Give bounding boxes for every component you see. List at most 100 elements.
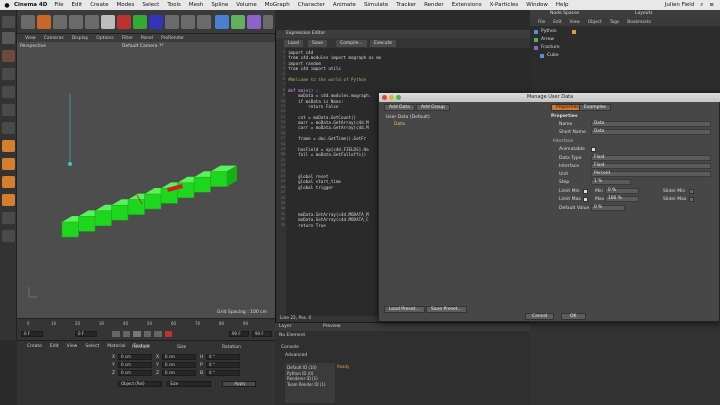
rotate-icon[interactable] (85, 15, 99, 29)
live-select-icon[interactable] (37, 15, 51, 29)
om-menu-tags[interactable]: Tags (610, 20, 620, 25)
step-field[interactable]: 1 % (591, 179, 631, 185)
slider-max-checkbox[interactable] (689, 197, 694, 202)
add-group-button[interactable]: Add Group (416, 104, 450, 111)
move-icon[interactable] (53, 15, 67, 29)
menu-window[interactable]: Window (526, 2, 548, 8)
menu-list-icon[interactable]: ≡ (709, 2, 714, 8)
viewport-menu-display[interactable]: Display (72, 36, 89, 41)
menu-character[interactable]: Character (298, 2, 325, 8)
load-button[interactable]: Load (284, 40, 303, 47)
layouts-label[interactable]: Layouts (635, 11, 653, 16)
tree-root-label[interactable]: User Data (Default) (386, 115, 430, 120)
next-frame-icon[interactable] (143, 331, 151, 337)
spline-pen-icon[interactable] (231, 15, 245, 29)
rot-h-field[interactable]: 0 ° (206, 354, 240, 360)
animatable-checkbox[interactable] (591, 147, 596, 152)
om-menu-object[interactable]: Object (588, 20, 602, 25)
limit-max-checkbox[interactable] (583, 197, 588, 202)
pos-z-field[interactable]: 0 cm (118, 370, 152, 376)
timeline[interactable]: 0 10 20 30 40 50 60 70 80 90 0 F 0 F 90 F 90 F (17, 318, 275, 340)
goto-start-icon[interactable] (112, 331, 120, 337)
viewport-menu-options[interactable]: Options (96, 36, 113, 41)
app-menu[interactable]: Cinema 4D (14, 2, 47, 8)
render-settings-icon[interactable] (197, 15, 211, 29)
generator-icon[interactable] (247, 15, 261, 29)
max-field[interactable]: 100 % (605, 196, 639, 202)
size-z-field[interactable]: 0 cm (162, 370, 196, 376)
edges-mode-icon[interactable] (2, 104, 15, 116)
rot-p-field[interactable]: 0 ° (206, 362, 240, 368)
3d-viewport[interactable]: Perspective Default Camera ?* Grid Spaci… (17, 42, 275, 318)
menu-render[interactable]: Render (424, 2, 444, 8)
execute-button[interactable]: Execute (370, 40, 396, 47)
interface-select[interactable]: Float (591, 163, 711, 169)
prev-frame-icon[interactable] (122, 331, 130, 337)
rot-b-field[interactable]: 0 ° (206, 370, 240, 376)
menu-help[interactable]: Help (556, 2, 569, 8)
viewport-menu-view[interactable]: View (25, 36, 36, 41)
compile-button[interactable]: Compile... (336, 40, 367, 47)
apply-button[interactable]: Apply (222, 381, 256, 387)
menu-select[interactable]: Select (142, 2, 159, 8)
menu-volume[interactable]: Volume (236, 2, 256, 8)
menu-animate[interactable]: Animate (333, 2, 356, 8)
object-row-arrow[interactable]: Arrow (530, 37, 720, 43)
default-value-field[interactable]: 0 % (591, 205, 625, 211)
goto-end-icon[interactable] (154, 331, 162, 337)
points-mode-icon[interactable] (2, 86, 15, 98)
om-menu-bookmarks[interactable]: Bookmarks (627, 20, 651, 25)
om-menu-edit[interactable]: Edit (553, 20, 561, 25)
save-button[interactable]: Save (308, 40, 328, 47)
workplane-icon[interactable] (2, 68, 15, 80)
search-icon[interactable]: ⌕ (700, 2, 703, 9)
materials-menu-create[interactable]: Create (27, 344, 42, 349)
xpresso-icon[interactable] (2, 230, 15, 242)
ok-button[interactable]: OK (561, 313, 586, 320)
current-frame-field[interactable]: 0 F (75, 331, 97, 337)
name-field[interactable]: Data (591, 121, 711, 127)
menu-create[interactable]: Create (90, 2, 108, 8)
limit-min-checkbox[interactable] (583, 189, 588, 194)
materials-menu-material[interactable]: Material (107, 344, 125, 349)
y-axis-icon[interactable] (133, 15, 147, 29)
materials-menu-view[interactable]: View (67, 344, 78, 349)
coordinate-system-icon[interactable] (101, 15, 115, 29)
menu-modes[interactable]: Modes (116, 2, 134, 8)
render-view-icon[interactable] (165, 15, 179, 29)
data-type-select[interactable]: Float (591, 155, 711, 161)
viewport-menu-cameras[interactable]: Cameras (44, 36, 64, 41)
materials-menu-edit[interactable]: Edit (50, 344, 59, 349)
record-icon[interactable] (164, 331, 172, 337)
add-data-button[interactable]: Add Data (384, 104, 415, 111)
load-preset-button[interactable]: Load Preset... (384, 306, 425, 313)
min-field[interactable]: 0 % (605, 188, 639, 194)
polygons-mode-icon[interactable] (2, 122, 15, 134)
materials-menu-select[interactable]: Select (85, 344, 99, 349)
zoom-icon[interactable] (396, 95, 401, 100)
end-frame-field[interactable]: 90 F (229, 331, 249, 337)
apple-icon[interactable]: ● (0, 2, 14, 9)
tree-data-item[interactable]: Data (394, 122, 405, 127)
short-name-field[interactable]: Data (591, 129, 711, 135)
menu-edit[interactable]: Edit (72, 2, 83, 8)
menu-mesh[interactable]: Mesh (189, 2, 203, 8)
start-frame-field[interactable]: 0 F (21, 331, 43, 337)
model-mode-icon[interactable] (2, 32, 15, 44)
close-icon[interactable] (382, 95, 387, 100)
x-axis-icon[interactable] (117, 15, 131, 29)
pos-x-field[interactable]: 0 cm (118, 354, 152, 360)
unit-select[interactable]: Percent (591, 171, 711, 177)
cancel-button[interactable]: Cancel (525, 313, 555, 320)
size-mode-select[interactable]: Size (167, 381, 211, 387)
preview-tab[interactable]: Preview (323, 324, 341, 329)
object-row-cube[interactable]: Cube (530, 53, 720, 59)
cube-primitive-icon[interactable] (215, 15, 229, 29)
undo-button[interactable] (21, 15, 35, 29)
menu-xparticles[interactable]: X-Particles (490, 2, 519, 8)
size-y-field[interactable]: 0 cm (162, 362, 196, 368)
viewport-menu-prorender[interactable]: ProRender (161, 36, 184, 41)
object-row-python[interactable]: Python (530, 29, 720, 35)
tab-examples[interactable]: Examples (579, 104, 611, 111)
layer-tab[interactable]: Layer (279, 324, 292, 329)
